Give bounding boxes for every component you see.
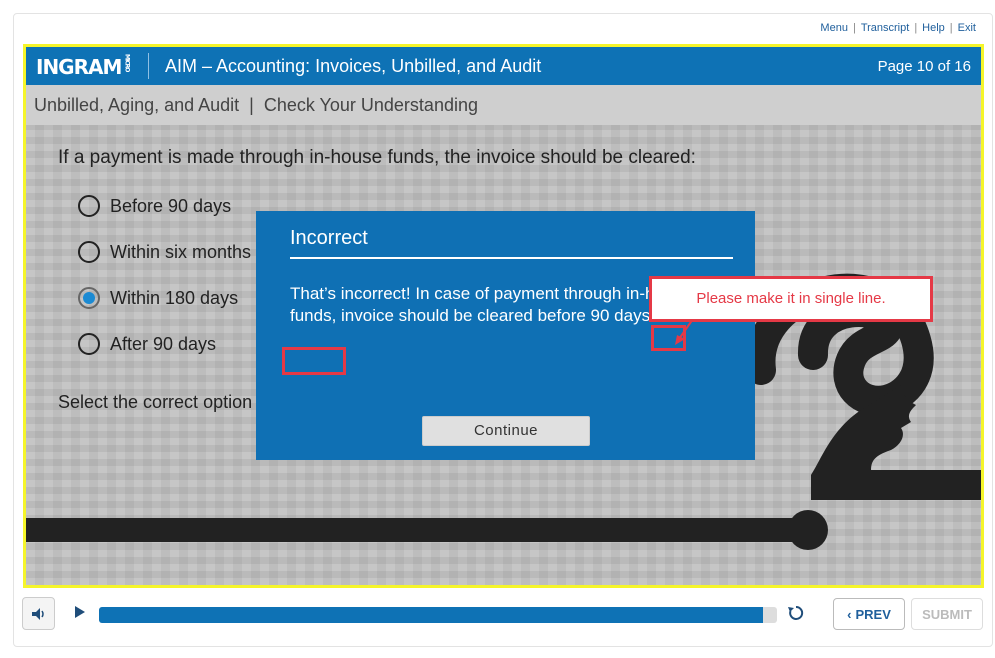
logo-small-text: MICRO [123, 53, 131, 71]
course-title: AIM – Accounting: Invoices, Unbilled, an… [165, 56, 542, 76]
option-label: After 90 days [110, 333, 217, 354]
option-within-six-months[interactable]: Within six months [78, 241, 251, 263]
feedback-title: Incorrect [290, 227, 368, 249]
section-breadcrumb: Unbilled, Aging, and Audit | Check Your … [26, 85, 981, 125]
transcript-link[interactable]: Transcript [861, 22, 910, 34]
option-label: Before 90 days [110, 195, 232, 216]
course-header: INGRAM MICRO AIM – Accounting: Invoices, … [26, 47, 981, 85]
option-within-180-days[interactable]: Within 180 days [78, 287, 238, 309]
nav-separator: | [914, 22, 918, 34]
chevron-left-icon: ‹ [847, 606, 852, 622]
nav-separator: | [949, 22, 953, 34]
volume-button[interactable] [22, 597, 55, 630]
header-divider [148, 53, 149, 79]
submit-button[interactable]: SUBMIT [911, 598, 983, 630]
question-text: If a payment is made through in-house fu… [58, 147, 696, 168]
progress-fill [99, 607, 764, 623]
player-controls: ‹ PREV SUBMIT [13, 590, 991, 642]
radio-icon[interactable] [78, 195, 100, 217]
ingram-logo: INGRAM MICRO [36, 53, 131, 79]
quiz-content: If a payment is made through in-house fu… [26, 125, 981, 585]
feedback-title-underline [290, 257, 733, 259]
timeline-bar-decoration [26, 518, 809, 542]
prev-label: PREV [855, 606, 891, 622]
option-after-90-days[interactable]: After 90 days [78, 333, 216, 355]
top-nav: Menu | Transcript | Help | Exit [820, 22, 976, 34]
radio-icon[interactable] [78, 333, 100, 355]
help-link[interactable]: Help [922, 22, 945, 34]
replay-icon[interactable] [787, 604, 805, 622]
exit-link[interactable]: Exit [958, 22, 976, 34]
nav-separator: | [852, 22, 856, 34]
continue-button[interactable]: Continue [422, 416, 590, 446]
option-before-90-days[interactable]: Before 90 days [78, 195, 231, 217]
annotation-highlight-house [282, 347, 346, 375]
annotation-callout: Please make it in single line. [649, 276, 933, 322]
timeline-dot-decoration [788, 510, 828, 550]
option-label: Within 180 days [110, 287, 239, 308]
instruction-text: Select the correct option [58, 392, 253, 412]
slide-stage: INGRAM MICRO AIM – Accounting: Invoices, … [23, 44, 984, 588]
menu-link[interactable]: Menu [820, 22, 848, 34]
logo-text: INGRAM [36, 55, 122, 79]
play-icon[interactable] [73, 604, 87, 620]
radio-selected-icon[interactable] [78, 287, 100, 309]
page-counter: Page 10 of 16 [877, 58, 971, 75]
option-label: Within six months [110, 241, 252, 262]
speaker-icon [31, 607, 44, 620]
feedback-message: That’s incorrect! In case of payment thr… [290, 284, 692, 325]
breadcrumb-text: Unbilled, Aging, and Audit | Check Your … [34, 95, 478, 115]
radio-icon[interactable] [78, 241, 100, 263]
prev-button[interactable]: ‹ PREV [833, 598, 905, 630]
progress-bar[interactable] [99, 607, 777, 623]
